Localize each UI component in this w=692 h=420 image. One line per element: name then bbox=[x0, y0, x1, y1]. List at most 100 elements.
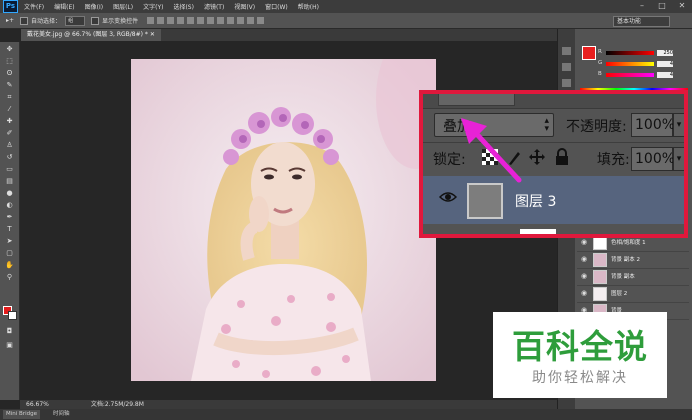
menu-file[interactable]: 文件(F) bbox=[24, 2, 44, 11]
align-icon[interactable] bbox=[147, 17, 155, 24]
close-tab-icon[interactable]: ✕ bbox=[150, 31, 155, 38]
menu-image[interactable]: 图像(I) bbox=[85, 2, 103, 11]
align-icon[interactable] bbox=[157, 17, 165, 24]
status-bar: 66.67% 文档:2.75M/29.8M bbox=[20, 400, 557, 409]
document-tab-bar: 戴花美女.jpg @ 66.7% (图层 3, RGB/8#) * ✕ bbox=[21, 29, 557, 41]
slider-track[interactable] bbox=[606, 73, 654, 77]
zoom-tool-icon[interactable]: ⚲ bbox=[5, 273, 14, 282]
screen-mode-icon[interactable]: ▣ bbox=[5, 341, 14, 350]
opacity-label: 不透明度: bbox=[566, 119, 627, 135]
tab-mini-bridge[interactable]: Mini Bridge bbox=[3, 410, 40, 419]
opacity-dropdown-icon[interactable]: ▾ bbox=[673, 113, 684, 137]
background-color-swatch[interactable] bbox=[8, 311, 17, 320]
menu-window[interactable]: 窗口(W) bbox=[265, 2, 288, 11]
brush-panel-icon[interactable] bbox=[562, 79, 571, 87]
menu-select[interactable]: 选择(S) bbox=[173, 2, 194, 11]
path-select-tool-icon[interactable]: ➤ bbox=[5, 237, 14, 246]
hand-tool-icon[interactable]: ✋ bbox=[5, 261, 14, 270]
options-bar: ▸+ 自动选择： 组 显示变换控件 基本功能 bbox=[0, 13, 692, 29]
eye-icon[interactable]: ◉ bbox=[581, 255, 587, 263]
menu-edit[interactable]: 编辑(E) bbox=[54, 2, 74, 11]
align-icon[interactable] bbox=[257, 17, 265, 24]
slider-track[interactable] bbox=[606, 51, 654, 55]
document-photo[interactable] bbox=[131, 59, 436, 381]
align-icon[interactable] bbox=[167, 17, 175, 24]
eye-icon[interactable]: ◉ bbox=[581, 289, 587, 297]
stamp-tool-icon[interactable]: ♙ bbox=[5, 141, 14, 150]
move-tool-icon[interactable]: ✥ bbox=[5, 45, 14, 54]
slider-track[interactable] bbox=[606, 62, 654, 66]
slider-r[interactable]: R 250 bbox=[598, 49, 673, 56]
lasso-tool-icon[interactable]: ʘ bbox=[5, 69, 14, 78]
layer-thumbnail bbox=[593, 287, 607, 301]
auto-select-dropdown[interactable]: 组 bbox=[65, 15, 86, 26]
align-icon[interactable] bbox=[187, 17, 195, 24]
menu-filter[interactable]: 滤镜(T) bbox=[204, 2, 224, 11]
align-icon[interactable] bbox=[237, 17, 245, 24]
workspace-select[interactable]: 基本功能 bbox=[613, 16, 670, 27]
pen-tool-icon[interactable]: ✒ bbox=[5, 213, 14, 222]
slider-b[interactable]: B 4 bbox=[598, 71, 673, 78]
maximize-icon[interactable]: □ bbox=[652, 0, 672, 13]
menu-type[interactable]: 文字(Y) bbox=[143, 2, 163, 11]
brush-tool-icon[interactable]: ✐ bbox=[5, 129, 14, 138]
align-icon[interactable] bbox=[217, 17, 225, 24]
layer-thumbnail bbox=[593, 270, 607, 284]
align-icon[interactable] bbox=[247, 17, 255, 24]
menu-help[interactable]: 帮助(H) bbox=[298, 2, 319, 11]
auto-select-option[interactable]: 自动选择： 组 bbox=[20, 15, 86, 26]
menu-view[interactable]: 视图(V) bbox=[234, 2, 255, 11]
channel-label-r: R bbox=[598, 49, 602, 55]
layer-row[interactable]: ◉ 背景 副本 bbox=[577, 268, 689, 286]
align-icon[interactable] bbox=[197, 17, 205, 24]
auto-select-checkbox[interactable] bbox=[20, 16, 29, 25]
shape-tool-icon[interactable]: ▢ bbox=[5, 249, 14, 258]
lock-position-icon[interactable] bbox=[528, 148, 546, 166]
layer-name: 图层 2 bbox=[611, 291, 628, 297]
marquee-tool-icon[interactable]: ⬚ bbox=[5, 57, 14, 66]
slider-g[interactable]: G 4 bbox=[598, 60, 673, 67]
fill-dropdown-icon[interactable]: ▾ bbox=[673, 147, 684, 171]
blur-tool-icon[interactable]: ● bbox=[5, 189, 14, 198]
callout-top-button bbox=[438, 94, 515, 106]
quick-mask-icon[interactable]: ◘ bbox=[5, 327, 14, 336]
layer-row[interactable]: ◉ 背景 副本 2 bbox=[577, 251, 689, 269]
close-icon[interactable]: ✕ bbox=[672, 0, 692, 13]
gradient-tool-icon[interactable]: ▤ bbox=[5, 177, 14, 186]
color-panel-swatch[interactable] bbox=[582, 46, 596, 60]
eye-icon[interactable]: ◉ bbox=[581, 272, 587, 280]
zoom-level[interactable]: 66.67% bbox=[26, 401, 49, 408]
quick-select-tool-icon[interactable]: ✎ bbox=[5, 81, 14, 90]
opacity-input[interactable]: 100% bbox=[631, 113, 675, 137]
move-tool-icon[interactable]: ▸+ bbox=[6, 17, 14, 24]
history-brush-tool-icon[interactable]: ↺ bbox=[5, 153, 14, 162]
document-tab[interactable]: 戴花美女.jpg @ 66.7% (图层 3, RGB/8#) * ✕ bbox=[21, 29, 161, 41]
channel-value-g[interactable]: 4 bbox=[657, 61, 673, 67]
tab-timeline[interactable]: 时间轴 bbox=[50, 410, 73, 419]
align-icon[interactable] bbox=[177, 17, 185, 24]
channel-value-b[interactable]: 4 bbox=[657, 72, 673, 78]
history-panel-icon[interactable] bbox=[562, 47, 571, 55]
eraser-tool-icon[interactable]: ▭ bbox=[5, 165, 14, 174]
menu-layer[interactable]: 图层(L) bbox=[113, 2, 133, 11]
healing-tool-icon[interactable]: ✚ bbox=[5, 117, 14, 126]
minimize-icon[interactable]: – bbox=[632, 0, 652, 13]
align-icon[interactable] bbox=[207, 17, 215, 24]
align-icon[interactable] bbox=[227, 17, 235, 24]
fill-input[interactable]: 100% bbox=[631, 147, 675, 171]
watermark: 百科全说 助你轻松解决 bbox=[493, 312, 667, 398]
eye-icon[interactable] bbox=[439, 190, 457, 204]
eye-icon[interactable]: ◉ bbox=[581, 238, 587, 246]
show-transform-option[interactable]: 显示变换控件 bbox=[91, 16, 138, 25]
show-transform-checkbox[interactable] bbox=[91, 16, 100, 25]
channel-value-r[interactable]: 250 bbox=[657, 50, 673, 56]
type-tool-icon[interactable]: T bbox=[5, 225, 14, 234]
properties-panel-icon[interactable] bbox=[562, 63, 571, 71]
next-layer-row bbox=[423, 224, 684, 234]
dodge-tool-icon[interactable]: ◐ bbox=[5, 201, 14, 210]
eyedropper-tool-icon[interactable]: ⁄ bbox=[5, 105, 14, 114]
layer-row[interactable]: ◉ 图层 2 bbox=[577, 285, 689, 303]
crop-tool-icon[interactable]: ⌗ bbox=[5, 93, 14, 102]
lock-all-icon[interactable] bbox=[553, 148, 571, 166]
channel-label-g: G bbox=[598, 60, 603, 66]
